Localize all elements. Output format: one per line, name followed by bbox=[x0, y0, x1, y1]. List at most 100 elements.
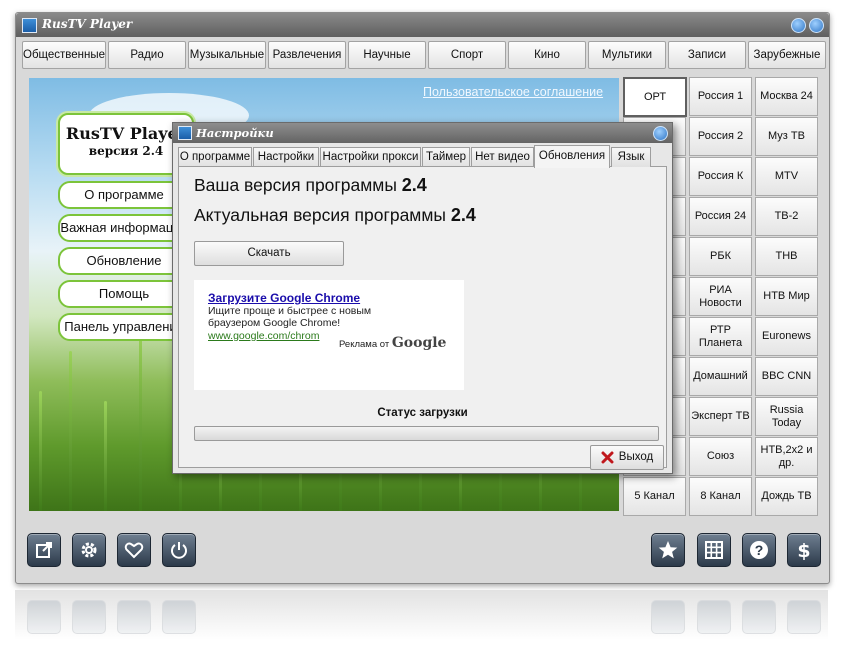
channel-button[interactable]: РБК bbox=[689, 237, 752, 276]
channel-button[interactable]: MTV bbox=[755, 157, 818, 196]
tab-proxy[interactable]: Настройки прокси bbox=[320, 147, 421, 167]
channel-button[interactable]: Эксперт ТВ bbox=[689, 397, 752, 436]
reflection-tile bbox=[697, 600, 731, 634]
category-tab[interactable]: Общественные bbox=[22, 41, 106, 69]
ad-block: Загрузите Google Chrome Ищите проще и бы… bbox=[194, 280, 464, 390]
your-version-row: Ваша версия программы 2.4 bbox=[194, 175, 427, 196]
category-tab[interactable]: Научные bbox=[348, 41, 426, 69]
actual-version-label: Актуальная версия программы bbox=[194, 205, 446, 225]
category-tab[interactable]: Спорт bbox=[428, 41, 506, 69]
menu-help-button[interactable]: Помощь bbox=[58, 280, 190, 308]
exit-button-label: Выход bbox=[618, 451, 654, 463]
app-icon bbox=[22, 18, 37, 33]
channel-button[interactable]: Дождь ТВ bbox=[755, 477, 818, 516]
reflection-tile bbox=[742, 600, 776, 634]
category-tab[interactable]: Радио bbox=[108, 41, 186, 69]
updates-panel: Ваша версия программы 2.4 Актуальная вер… bbox=[178, 166, 667, 470]
minimize-button[interactable] bbox=[791, 18, 806, 33]
reflection-tile bbox=[72, 600, 106, 634]
channel-button[interactable]: Муз ТВ bbox=[755, 117, 818, 156]
ad-attribution[interactable]: Реклама от Google bbox=[339, 335, 446, 351]
channel-button[interactable]: ОРТ bbox=[623, 77, 687, 117]
reflection-tile bbox=[787, 600, 821, 634]
channel-button[interactable]: Россия 24 bbox=[689, 197, 752, 236]
settings-button[interactable] bbox=[72, 533, 106, 567]
channel-button[interactable]: Москва 24 bbox=[755, 77, 818, 116]
external-link-button[interactable] bbox=[27, 533, 61, 567]
app-icon bbox=[178, 126, 192, 140]
help-icon: ? bbox=[750, 541, 768, 559]
reflection-tile bbox=[117, 600, 151, 634]
power-icon bbox=[171, 542, 187, 559]
settings-dialog: Настройки О программе Настройки Настройк… bbox=[172, 122, 673, 474]
channel-button[interactable]: ТНВ bbox=[755, 237, 818, 276]
category-tab[interactable]: Кино bbox=[508, 41, 586, 69]
external-link-icon bbox=[36, 542, 52, 558]
star-icon bbox=[658, 541, 678, 559]
dialog-title: Настройки bbox=[196, 126, 274, 140]
download-button[interactable]: Скачать bbox=[194, 241, 344, 266]
menu-control-panel-button[interactable]: Панель управления bbox=[58, 313, 190, 341]
dollar-icon: $ bbox=[797, 540, 810, 561]
download-progress-bar bbox=[194, 426, 659, 441]
channel-button[interactable]: НТВ Мир bbox=[755, 277, 818, 316]
grass-blade bbox=[139, 331, 142, 511]
channel-button[interactable]: ТВ-2 bbox=[755, 197, 818, 236]
dialog-title-bar[interactable]: Настройки bbox=[173, 123, 672, 143]
actual-version-value: 2.4 bbox=[450, 205, 476, 225]
channel-button[interactable]: Russia Today bbox=[755, 397, 818, 436]
google-logo: Google bbox=[391, 335, 447, 351]
donate-button[interactable]: $ bbox=[787, 533, 821, 567]
tab-no-video[interactable]: Нет видео bbox=[471, 147, 534, 167]
tab-timer[interactable]: Таймер bbox=[422, 147, 470, 167]
grass-blade bbox=[104, 401, 107, 511]
channel-button[interactable]: НТВ,2x2 и др. bbox=[755, 437, 818, 476]
grid-icon bbox=[705, 541, 723, 559]
channel-button[interactable]: Союз bbox=[689, 437, 752, 476]
user-agreement-link[interactable]: Пользовательское соглашение bbox=[423, 85, 603, 99]
menu-update-button[interactable]: Обновление bbox=[58, 247, 190, 275]
ad-url-link[interactable]: www.google.com/chrom bbox=[208, 330, 319, 342]
tab-updates[interactable]: Обновления bbox=[534, 145, 610, 168]
reflection-tile bbox=[162, 600, 196, 634]
grass-blade bbox=[39, 391, 42, 511]
channel-button[interactable]: Euronews bbox=[755, 317, 818, 356]
category-tab[interactable]: Музыкальные bbox=[188, 41, 266, 69]
your-version-value: 2.4 bbox=[401, 175, 427, 195]
channel-button[interactable]: 5 Канал bbox=[623, 477, 686, 516]
power-button[interactable] bbox=[162, 533, 196, 567]
favorites-add-button[interactable] bbox=[117, 533, 151, 567]
category-tab[interactable]: Развлечения bbox=[268, 41, 346, 69]
dialog-close-button[interactable] bbox=[653, 126, 668, 141]
menu-about-button[interactable]: О программе bbox=[58, 181, 190, 209]
your-version-label: Ваша версия программы bbox=[194, 175, 397, 195]
channel-button[interactable]: РИА Новости bbox=[689, 277, 752, 316]
favorites-button[interactable] bbox=[651, 533, 685, 567]
tab-settings[interactable]: Настройки bbox=[253, 147, 319, 167]
category-tab[interactable]: Мультики bbox=[588, 41, 666, 69]
ad-title-link[interactable]: Загрузите Google Chrome bbox=[208, 291, 360, 305]
close-window-button[interactable] bbox=[809, 18, 824, 33]
help-button[interactable]: ? bbox=[742, 533, 776, 567]
channel-button[interactable]: Домашний bbox=[689, 357, 752, 396]
channel-button[interactable]: 8 Канал bbox=[689, 477, 752, 516]
exit-button[interactable]: Выход bbox=[590, 445, 664, 470]
channel-grid-button[interactable] bbox=[697, 533, 731, 567]
download-status-label: Статус загрузки bbox=[377, 407, 468, 419]
channel-button[interactable]: РТР Планета bbox=[689, 317, 752, 356]
channel-button[interactable]: BBC CNN bbox=[755, 357, 818, 396]
tab-language[interactable]: Язык bbox=[611, 147, 651, 167]
category-bar: Общественные Радио Музыкальные Развлечен… bbox=[22, 41, 826, 69]
category-tab[interactable]: Зарубежные bbox=[748, 41, 826, 69]
menu-important-info-button[interactable]: Важная информация bbox=[58, 214, 190, 242]
channel-button[interactable]: Россия 2 bbox=[689, 117, 752, 156]
tab-about[interactable]: О программе bbox=[178, 147, 252, 167]
title-bar[interactable]: RusTV Player bbox=[16, 13, 829, 37]
reflection-tile bbox=[27, 600, 61, 634]
category-tab[interactable]: Записи bbox=[668, 41, 746, 69]
actual-version-row: Актуальная версия программы 2.4 bbox=[194, 205, 476, 226]
channel-button[interactable]: Россия 1 bbox=[689, 77, 752, 116]
channel-button[interactable]: Россия К bbox=[689, 157, 752, 196]
ad-by-label: Реклама от bbox=[339, 339, 390, 350]
svg-text:$: $ bbox=[797, 540, 810, 561]
